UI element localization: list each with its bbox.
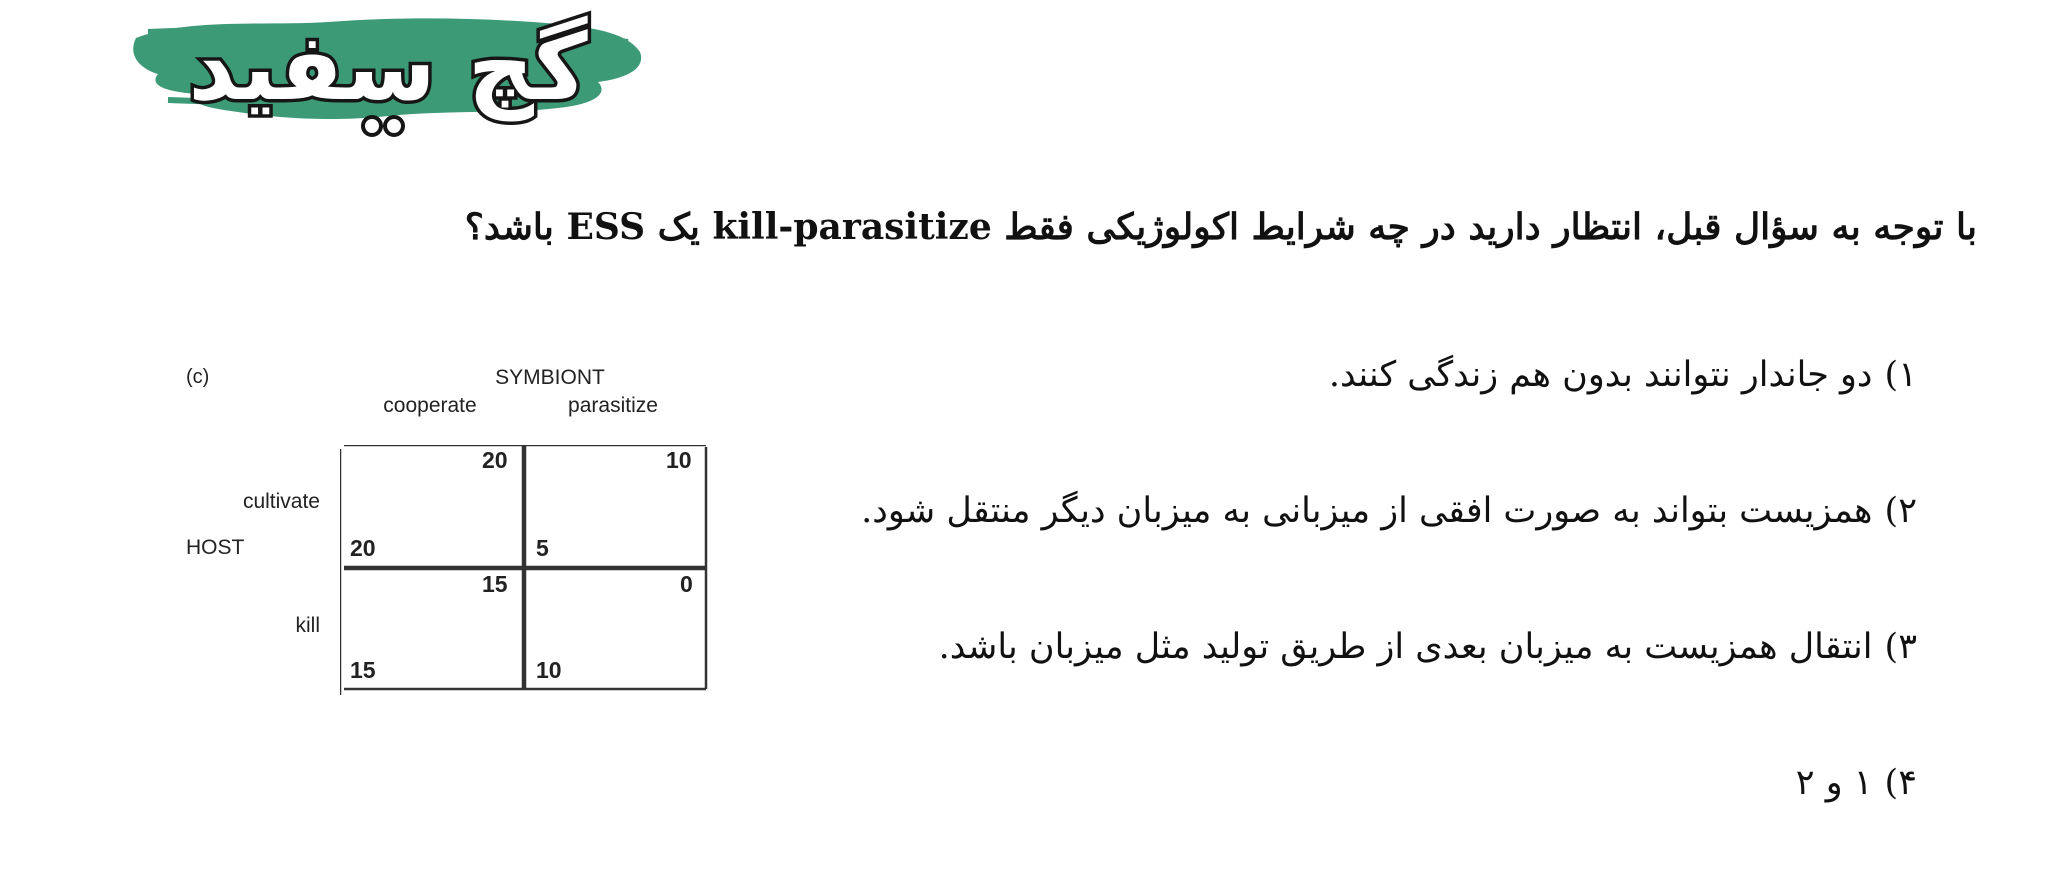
payoff-symbiont-cultivate-cooperate: 20	[482, 447, 508, 473]
option-number: ۳)	[1884, 627, 1917, 667]
site-logo: گچ سفید	[128, 8, 648, 140]
payoff-symbiont-kill-cooperate: 15	[482, 571, 508, 597]
option-text: انتقال همزیست به میزبان بعدی از طریق تول…	[938, 627, 1873, 667]
payoff-grid: 20 20 10 5 15 15 0 10	[340, 445, 720, 695]
option-text: همزیست بتواند به صورت افقی از میزبانی به…	[861, 491, 1873, 531]
payoff-host-cultivate-parasitize: 5	[536, 535, 549, 561]
payoff-symbiont-cultivate-parasitize: 10	[666, 447, 692, 473]
payoff-symbiont-kill-parasitize: 0	[680, 571, 693, 597]
option-4[interactable]: ۴) ۱ و ۲	[767, 748, 1917, 884]
option-number: ۱)	[1884, 355, 1917, 395]
column-label-cooperate: cooperate	[383, 394, 477, 417]
figure-tag: (c)	[186, 366, 210, 388]
option-number: ۲)	[1884, 491, 1917, 531]
answer-options: ۱)دو جاندار نتوانند بدون هم زندگی کنند. …	[767, 340, 1917, 884]
option-3[interactable]: ۳) انتقال همزیست به میزبان بعدی از طریق ت…	[767, 612, 1917, 748]
logo-text: گچ سفید	[185, 14, 589, 121]
option-text: دو جاندار نتوانند بدون هم زندگی کنند.	[1328, 355, 1873, 395]
option-2[interactable]: ۲) همزیست بتواند به صورت افقی از میزبانی …	[767, 476, 1917, 612]
option-1[interactable]: ۱) دو جاندار نتوانند بدون هم زندگی کنند.	[767, 340, 1917, 476]
question-text: با توجه به سؤال قبل، انتظار دارید در چه …	[464, 206, 1977, 248]
option-text: ۱ و ۲	[1795, 763, 1873, 803]
column-label-parasitize: parasitize	[568, 394, 658, 417]
payoff-matrix-figure: (c) SYMBIONT cooperate parasitize cultiv…	[180, 360, 740, 710]
row-header: HOST	[186, 536, 245, 559]
grid-lines	[340, 445, 708, 695]
row-label-kill: kill	[295, 614, 321, 637]
row-label-cultivate: cultivate	[242, 490, 320, 513]
column-header: SYMBIONT	[495, 366, 605, 389]
option-number: ۴)	[1884, 763, 1917, 803]
payoff-host-kill-cooperate: 15	[350, 657, 376, 683]
payoff-host-kill-parasitize: 10	[536, 657, 562, 683]
payoff-host-cultivate-cooperate: 20	[350, 535, 376, 561]
